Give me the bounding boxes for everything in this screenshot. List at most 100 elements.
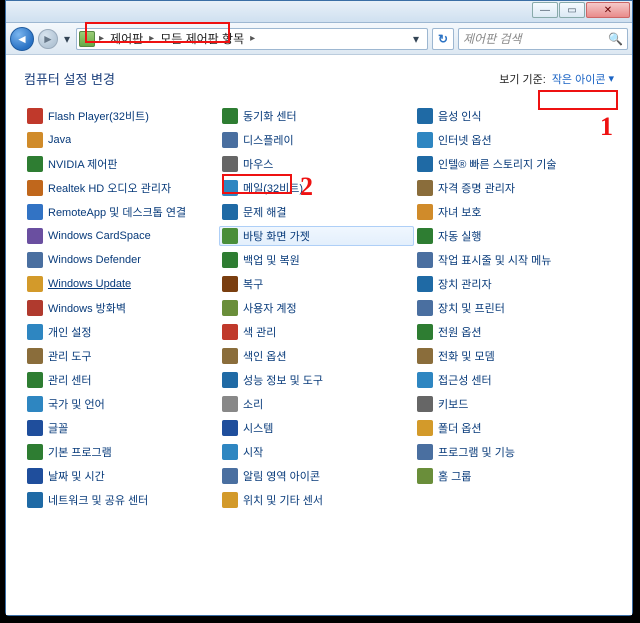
control-panel-item[interactable]: 시스템 [219, 418, 414, 438]
item-label: 시작 [243, 444, 263, 460]
item-label: 마우스 [243, 156, 273, 172]
control-panel-item[interactable]: 전원 옵션 [414, 322, 609, 342]
item-label: Realtek HD 오디오 관리자 [48, 180, 171, 196]
item-label: Flash Player(32비트) [48, 108, 149, 124]
control-panel-item[interactable]: Windows Update [24, 274, 219, 294]
control-panel-item[interactable]: 프로그램 및 기능 [414, 442, 609, 462]
item-label: 색인 옵션 [243, 348, 287, 364]
item-label: 글꼴 [48, 420, 68, 436]
page-title: 컴퓨터 설정 변경 [24, 69, 115, 88]
item-icon [222, 372, 238, 388]
control-panel-item[interactable]: 성능 정보 및 도구 [219, 370, 414, 390]
control-panel-item[interactable]: 색 관리 [219, 322, 414, 342]
control-panel-item[interactable]: Java [24, 130, 219, 150]
control-panel-item[interactable]: Windows 방화벽 [24, 298, 219, 318]
control-panel-item[interactable]: 알림 영역 아이콘 [219, 466, 414, 486]
breadcrumb-path[interactable]: 모든 제어판 항목 [158, 29, 246, 48]
control-panel-item[interactable]: 인텔® 빠른 스토리지 기술 [414, 154, 609, 174]
control-panel-item[interactable]: 백업 및 복원 [219, 250, 414, 270]
history-dropdown[interactable]: ▾ [62, 27, 72, 51]
item-label: 날짜 및 시간 [48, 468, 105, 484]
refresh-button[interactable]: ↻ [432, 28, 454, 50]
item-icon [417, 132, 433, 148]
view-by-label: 보기 기준: [499, 71, 546, 87]
control-panel-item[interactable]: 작업 표시줄 및 시작 메뉴 [414, 250, 609, 270]
item-icon [27, 444, 43, 460]
control-panel-item[interactable]: 마우스 [219, 154, 414, 174]
item-label: Windows 방화벽 [48, 300, 126, 316]
control-panel-item[interactable]: 개인 설정 [24, 322, 219, 342]
control-panel-item[interactable]: 키보드 [414, 394, 609, 414]
control-panel-item[interactable]: 장치 및 프린터 [414, 298, 609, 318]
control-panel-item[interactable]: 소리 [219, 394, 414, 414]
chevron-down-icon: ▾ [608, 72, 614, 85]
control-panel-item[interactable]: 복구 [219, 274, 414, 294]
breadcrumb-root[interactable]: 제어판 [108, 29, 145, 48]
control-panel-item[interactable]: Flash Player(32비트) [24, 106, 219, 126]
control-panel-item[interactable]: 접근성 센터 [414, 370, 609, 390]
control-panel-item[interactable]: 관리 센터 [24, 370, 219, 390]
back-button[interactable]: ◄ [10, 27, 34, 51]
control-panel-item[interactable]: 음성 인식 [414, 106, 609, 126]
control-panel-item[interactable]: 바탕 화면 가젯 [219, 226, 414, 246]
breadcrumb-dropdown[interactable]: ▾ [407, 32, 425, 46]
control-panel-item[interactable]: 디스플레이 [219, 130, 414, 150]
control-panel-item[interactable]: 네트워크 및 공유 센터 [24, 490, 219, 510]
control-panel-item[interactable]: 기본 프로그램 [24, 442, 219, 462]
control-panel-item[interactable]: 폴더 옵션 [414, 418, 609, 438]
item-icon [222, 276, 238, 292]
control-panel-item[interactable]: 자녀 보호 [414, 202, 609, 222]
breadcrumb[interactable]: ▸ 제어판 ▸ 모든 제어판 항목 ▸ ▾ [76, 28, 428, 50]
control-panel-item[interactable]: 장치 관리자 [414, 274, 609, 294]
item-icon [222, 156, 238, 172]
maximize-button[interactable]: ▭ [559, 2, 585, 18]
item-icon [222, 132, 238, 148]
control-panel-item[interactable]: RemoteApp 및 데스크톱 연결 [24, 202, 219, 222]
control-panel-item[interactable]: 홈 그룹 [414, 466, 609, 486]
item-icon [222, 468, 238, 484]
control-panel-item[interactable]: Realtek HD 오디오 관리자 [24, 178, 219, 198]
control-panel-item[interactable]: 동기화 센터 [219, 106, 414, 126]
control-panel-item[interactable]: 관리 도구 [24, 346, 219, 366]
control-panel-item[interactable]: 메일(32비트) [219, 178, 414, 198]
forward-button[interactable]: ► [38, 29, 58, 49]
control-panel-item[interactable]: 날짜 및 시간 [24, 466, 219, 486]
item-icon [222, 108, 238, 124]
item-label: 인터넷 옵션 [438, 132, 492, 148]
control-panel-item[interactable]: 인터넷 옵션 [414, 130, 609, 150]
control-panel-item[interactable]: 국가 및 언어 [24, 394, 219, 414]
item-icon [222, 180, 238, 196]
item-icon [27, 252, 43, 268]
item-label: 기본 프로그램 [48, 444, 112, 460]
control-panel-item[interactable]: 색인 옵션 [219, 346, 414, 366]
item-icon [27, 492, 43, 508]
control-panel-item[interactable]: Windows CardSpace [24, 226, 219, 246]
control-panel-item[interactable]: NVIDIA 제어판 [24, 154, 219, 174]
item-label: 복구 [243, 276, 263, 292]
control-panel-item[interactable]: 전화 및 모뎀 [414, 346, 609, 366]
item-icon [27, 228, 43, 244]
item-label: 홈 그룹 [438, 468, 471, 484]
control-panel-item[interactable]: 위치 및 기타 센서 [219, 490, 414, 510]
control-panel-item[interactable]: 자동 실행 [414, 226, 609, 246]
chevron-right-icon: ▸ [97, 33, 106, 44]
item-icon [222, 444, 238, 460]
item-icon [417, 300, 433, 316]
search-input[interactable]: 제어판 검색 🔍 [458, 28, 628, 50]
control-panel-item[interactable]: 문제 해결 [219, 202, 414, 222]
close-button[interactable]: ✕ [586, 2, 630, 18]
control-panel-item[interactable]: 글꼴 [24, 418, 219, 438]
view-by-dropdown[interactable]: 작은 아이콘 ▾ [552, 71, 614, 87]
control-panel-item[interactable]: 사용자 계정 [219, 298, 414, 318]
window-buttons: — ▭ ✕ [532, 1, 630, 18]
item-label: 폴더 옵션 [438, 420, 482, 436]
item-label: 바탕 화면 가젯 [243, 228, 310, 244]
view-by-value: 작은 아이콘 [552, 71, 606, 87]
item-icon [417, 252, 433, 268]
minimize-button[interactable]: — [532, 2, 558, 18]
item-icon [222, 324, 238, 340]
control-panel-item[interactable]: 시작 [219, 442, 414, 462]
control-panel-item[interactable]: Windows Defender [24, 250, 219, 270]
control-panel-item[interactable]: 자격 증명 관리자 [414, 178, 609, 198]
item-label: Windows CardSpace [48, 230, 151, 242]
